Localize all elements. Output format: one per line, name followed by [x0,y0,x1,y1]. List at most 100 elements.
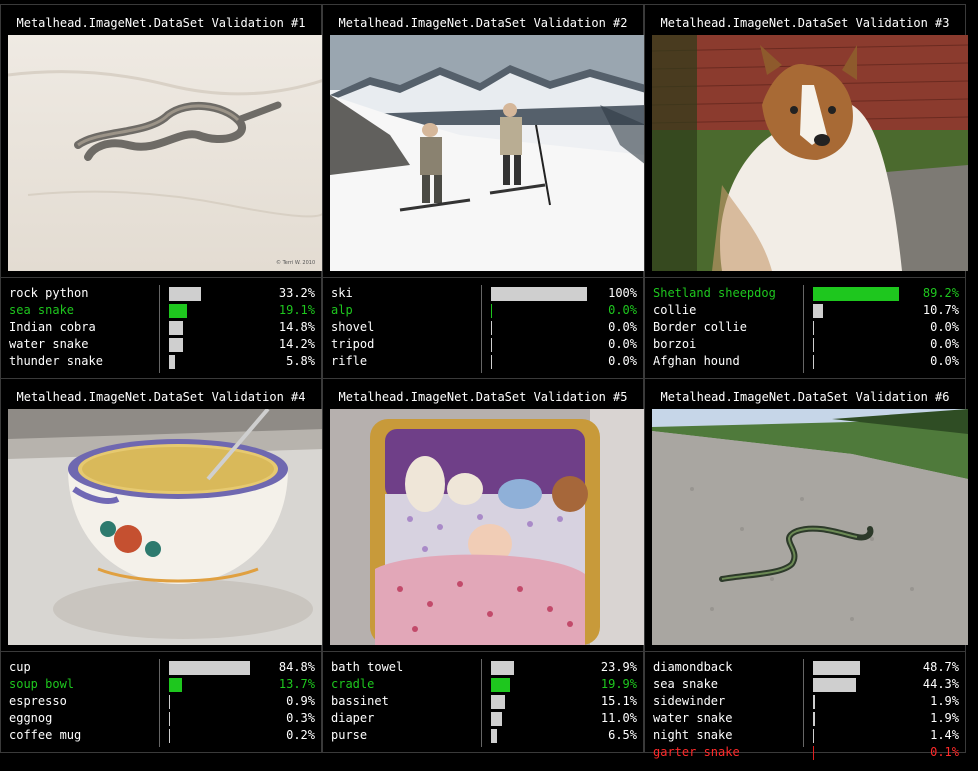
prediction-label: sidewinder [653,694,726,708]
prediction-row: sea snake 44.3% [653,676,959,693]
prediction-label: Indian cobra [9,320,96,334]
prediction-label: eggnog [9,711,53,725]
prediction-label: sea snake [9,303,75,317]
skiers-on-mountain-photo [330,35,646,271]
prediction-bar [813,304,823,318]
panel-title: Metalhead.ImageNet.DataSet Validation #5 [338,390,628,404]
prediction-row: soup bowl 13.7% [9,676,315,693]
prediction-row: eggnog 0.3% [9,710,315,727]
prediction-bar [491,729,497,743]
prediction-percent: 13.7% [278,677,315,691]
prediction-percent: 84.8% [278,660,315,674]
prediction-bar [491,712,502,726]
prediction-percent: 10.7% [922,303,959,317]
prediction-percent: 89.2% [922,286,959,300]
prediction-row: cup 84.8% [9,659,315,676]
prediction-percent: 15.1% [600,694,637,708]
prediction-row: rifle 0.0% [331,353,637,370]
prediction-row: Shetland sheepdog 89.2% [653,285,959,302]
prediction-percent: 33.2% [278,286,315,300]
prediction-row: alp 0.0% [331,302,637,319]
prediction-label: borzoi [653,337,697,351]
prediction-bar [169,287,201,301]
prediction-percent: 44.3% [922,677,959,691]
prediction-bar [169,729,170,743]
prediction-row: diamondback 48.7% [653,659,959,676]
prediction-row: cradle 19.9% [331,676,637,693]
prediction-label: sea snake [653,677,719,691]
prediction-label: Border collie [653,320,747,334]
prediction-label: water snake [653,711,733,725]
prediction-bar [813,678,856,692]
prediction-row: diaper 11.0% [331,710,637,727]
prediction-bar [491,695,505,709]
prediction-label: cradle [331,677,375,691]
prediction-percent: 6.5% [608,728,637,742]
prediction-bar [813,287,899,301]
prediction-row: borzoi 0.0% [653,336,959,353]
prediction-label: night snake [653,728,733,742]
prediction-percent: 0.0% [930,320,959,334]
prediction-bar [169,695,170,709]
prediction-label: tripod [331,337,375,351]
prediction-percent: 48.7% [922,660,959,674]
prediction-percent: 0.0% [608,303,637,317]
prediction-bar [169,304,187,318]
prediction-bar [169,321,183,335]
prediction-label: Afghan hound [653,354,740,368]
validation-panel-4: Metalhead.ImageNet.DataSet Validation #4 [0,378,324,753]
snake-on-road-photo [652,409,968,645]
prediction-row: thunder snake 5.8% [9,353,315,370]
prediction-row: ski 100% [331,285,637,302]
validation-panel-3: Metalhead.ImageNet.DataSet Validation #3 [644,4,968,379]
prediction-label: purse [331,728,368,742]
prediction-row: coffee mug 0.2% [9,727,315,744]
panel-title: Metalhead.ImageNet.DataSet Validation #2 [338,16,628,30]
prediction-percent: 0.0% [608,354,637,368]
prediction-label: collie [653,303,697,317]
prediction-percent: 19.1% [278,303,315,317]
prediction-row: night snake 1.4% [653,727,959,744]
prediction-bar [169,712,170,726]
prediction-bar [169,661,250,675]
prediction-bar [813,661,860,675]
validation-panel-5: Metalhead.ImageNet.DataSet Validation #5 [322,378,646,753]
prediction-row: sea snake 19.1% [9,302,315,319]
prediction-percent: 0.0% [608,320,637,334]
prediction-percent: 1.9% [930,711,959,725]
sheltie-dog-photo [652,35,968,271]
prediction-percent: 14.2% [278,337,315,351]
prediction-bar [491,355,492,369]
prediction-bar [813,321,814,335]
prediction-bar [491,661,514,675]
prediction-label: rifle [331,354,368,368]
prediction-percent: 5.8% [286,354,315,368]
prediction-bar [169,355,175,369]
prediction-percent: 19.9% [600,677,637,691]
prediction-percent: 0.0% [608,337,637,351]
prediction-percent: 1.9% [930,694,959,708]
prediction-label: ski [331,286,353,300]
prediction-row: Afghan hound 0.0% [653,353,959,370]
prediction-bar [169,338,183,352]
prediction-row: bassinet 15.1% [331,693,637,710]
prediction-label: bath towel [331,660,404,674]
prediction-label: thunder snake [9,354,103,368]
prediction-row: shovel 0.0% [331,319,637,336]
baby-in-cradle-photo [330,409,646,645]
validation-panel-1: Metalhead.ImageNet.DataSet Validation #1… [0,4,324,379]
prediction-bar [491,304,492,318]
prediction-bar [491,678,510,692]
prediction-percent: 11.0% [600,711,637,725]
prediction-label: diamondback [653,660,733,674]
validation-grid: Metalhead.ImageNet.DataSet Validation #1… [0,0,978,771]
prediction-label: espresso [9,694,67,708]
prediction-percent: 0.1% [930,745,959,759]
prediction-label: alp [331,303,353,317]
prediction-row: Indian cobra 14.8% [9,319,315,336]
prediction-row: bath towel 23.9% [331,659,637,676]
validation-panel-6: Metalhead.ImageNet.DataSet Validation #6 [644,378,968,760]
panel-title: Metalhead.ImageNet.DataSet Validation #6 [660,390,950,404]
prediction-label: bassinet [331,694,389,708]
prediction-bar [169,678,182,692]
